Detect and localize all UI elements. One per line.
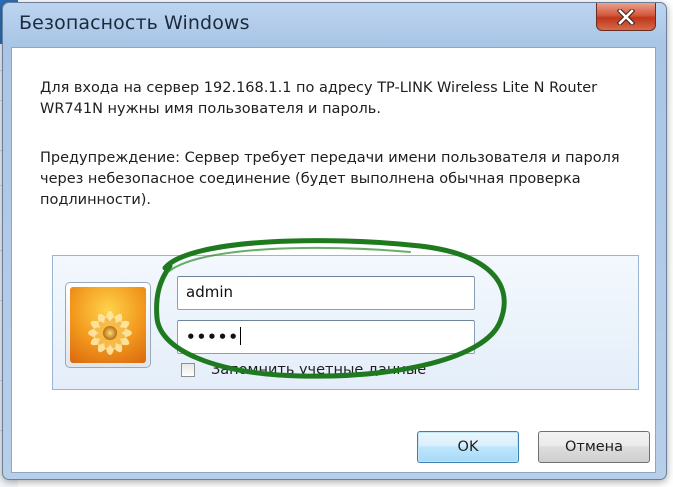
close-button[interactable]: [596, 3, 656, 31]
username-value: admin: [186, 283, 233, 301]
security-warning-text: Предупреждение: Сервер требует передачи …: [40, 150, 620, 208]
close-x-icon: [617, 8, 635, 25]
credential-tile: admin ••••• Запомнить учетные данные: [52, 255, 639, 390]
title-bar[interactable]: Безопасность Windows: [3, 3, 666, 43]
text-caret: [239, 327, 241, 345]
cancel-button[interactable]: Отмена: [538, 431, 650, 463]
login-prompt-text: Для входа на сервер 192.168.1.1 по адрес…: [40, 80, 598, 117]
remember-credentials-label[interactable]: Запомнить учетные данные: [211, 362, 426, 378]
dialog-title: Безопасность Windows: [19, 12, 250, 34]
remember-credentials-checkbox[interactable]: [181, 363, 195, 377]
username-field[interactable]: admin: [177, 276, 475, 310]
password-value: •••••: [186, 328, 239, 346]
user-avatar-flower-icon: [70, 287, 146, 363]
password-field[interactable]: •••••: [177, 320, 475, 354]
remember-credentials-row: Запомнить учетные данные: [181, 360, 426, 380]
user-avatar: [65, 282, 151, 368]
dialog-content: Для входа на сервер 192.168.1.1 по адрес…: [11, 47, 656, 473]
security-dialog: Безопасность Windows Для входа на сервер…: [2, 2, 667, 480]
ok-button[interactable]: OK: [417, 431, 519, 463]
